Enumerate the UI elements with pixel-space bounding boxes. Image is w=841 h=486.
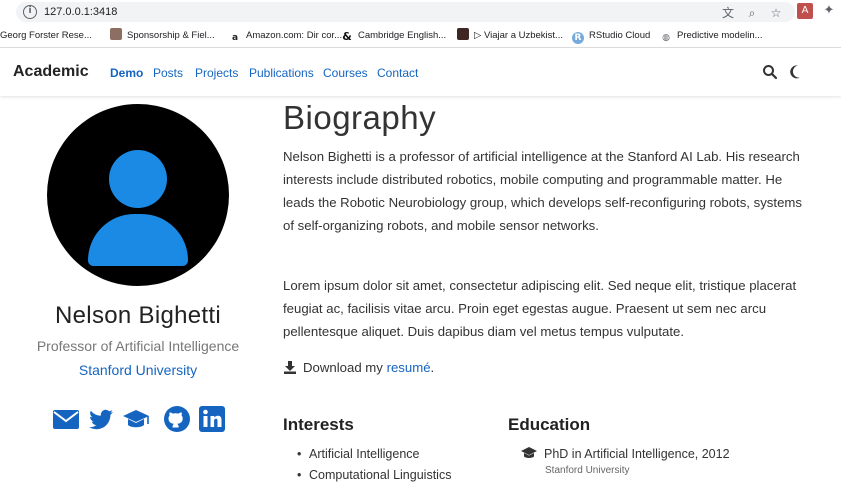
globe-icon: ◍ bbox=[662, 33, 670, 43]
bookmark-item[interactable]: Georg Forster Rese... bbox=[0, 28, 92, 44]
translate-icon[interactable]: 文 bbox=[720, 5, 736, 21]
bookmark-item[interactable]: ▷ Viajar a Uzbekist... bbox=[457, 28, 563, 44]
download-resume-row: Download my resumé. bbox=[283, 358, 434, 378]
dark-mode-moon-icon[interactable] bbox=[789, 63, 805, 81]
twitter-icon[interactable] bbox=[87, 405, 115, 433]
biography-heading: Biography bbox=[283, 99, 437, 136]
bookmark-label: Predictive modelin... bbox=[677, 30, 763, 41]
nav-link-courses[interactable]: Courses bbox=[323, 65, 368, 81]
pdf-extension-icon[interactable]: A bbox=[797, 3, 813, 19]
info-icon[interactable]: i bbox=[23, 5, 37, 19]
education-institution: Stanford University bbox=[545, 465, 630, 476]
profile-name: Nelson Bighetti bbox=[55, 302, 221, 329]
interest-item: Artificial Intelligence bbox=[297, 444, 451, 465]
nav-link-projects[interactable]: Projects bbox=[195, 65, 238, 81]
bookmark-item[interactable]: R RStudio Cloud bbox=[572, 28, 650, 44]
bookmark-label: RStudio Cloud bbox=[589, 30, 651, 41]
download-icon bbox=[284, 361, 296, 374]
bookmarks-bar: Georg Forster Rese... Sponsorship & Fiel… bbox=[0, 24, 841, 48]
interests-list: Artificial Intelligence Computational Li… bbox=[297, 444, 451, 486]
education-heading: Education bbox=[508, 415, 591, 434]
graduation-cap-icon bbox=[521, 447, 537, 458]
cambridge-icon: & bbox=[342, 30, 352, 43]
search-icon[interactable] bbox=[762, 63, 778, 81]
bookmark-item[interactable]: a Amazon.com: Dir cor... bbox=[229, 28, 342, 44]
email-icon[interactable] bbox=[52, 405, 80, 433]
profile-avatar bbox=[47, 104, 229, 286]
linkedin-icon[interactable] bbox=[198, 405, 226, 433]
bookmark-item[interactable]: ◍ Predictive modelin... bbox=[660, 28, 763, 44]
site-navbar: Academic Demo Posts Projects Publication… bbox=[0, 48, 841, 96]
address-url[interactable]: 127.0.0.1:3418 bbox=[44, 5, 117, 19]
education-degree: PhD in Artificial Intelligence, 2012 bbox=[544, 447, 730, 461]
biography-paragraph-lorem: Lorem ipsum dolor sit amet, consectetur … bbox=[283, 278, 797, 339]
bookmark-item[interactable]: & Cambridge English... bbox=[341, 28, 446, 44]
nav-link-demo[interactable]: Demo bbox=[110, 65, 143, 81]
github-icon[interactable] bbox=[163, 405, 191, 433]
amazon-icon: a bbox=[231, 33, 239, 43]
nav-link-posts[interactable]: Posts bbox=[153, 65, 183, 81]
extensions-icon[interactable]: ✦ bbox=[821, 3, 837, 19]
avatar-body-shape bbox=[88, 214, 188, 266]
interests-heading: Interests bbox=[283, 415, 354, 434]
download-prefix: Download my bbox=[303, 360, 387, 375]
interest-item: Computational Linguistics bbox=[297, 465, 451, 486]
bookmark-label: Georg Forster Rese... bbox=[0, 30, 92, 41]
nav-link-contact[interactable]: Contact bbox=[377, 65, 418, 81]
bookmark-label: ▷ Viajar a Uzbekist... bbox=[474, 30, 563, 41]
resume-link[interactable]: resumé bbox=[387, 360, 431, 375]
bookmark-label: Amazon.com: Dir cor... bbox=[246, 30, 343, 41]
bookmark-label: Sponsorship & Fiel... bbox=[127, 30, 215, 41]
profile-organization[interactable]: Stanford University bbox=[10, 361, 266, 379]
biography-paragraph: Nelson Bighetti is a professor of artifi… bbox=[283, 149, 802, 233]
rstudio-icon: R bbox=[572, 32, 584, 44]
address-bar[interactable]: i 127.0.0.1:3418 文 ⌕ ☆ bbox=[16, 2, 795, 22]
site-brand[interactable]: Academic bbox=[13, 62, 89, 82]
bookmark-label: Cambridge English... bbox=[358, 30, 447, 41]
profile-role: Professor of Artificial Intelligence bbox=[36, 338, 240, 354]
download-suffix: . bbox=[430, 360, 435, 375]
zoom-icon[interactable]: ⌕ bbox=[744, 5, 760, 21]
nav-link-publications[interactable]: Publications bbox=[249, 65, 314, 81]
graduation-cap-icon[interactable] bbox=[122, 405, 150, 433]
browser-address-row: i 127.0.0.1:3418 文 ⌕ ☆ A ✦ bbox=[0, 0, 841, 24]
bookmark-site-icon bbox=[110, 28, 122, 40]
star-icon[interactable]: ☆ bbox=[768, 5, 784, 21]
bookmark-site-icon bbox=[457, 28, 469, 40]
education-item: PhD in Artificial Intelligence, 2012 Sta… bbox=[520, 444, 730, 476]
avatar-head-shape bbox=[109, 150, 167, 208]
bookmark-item[interactable]: Sponsorship & Fiel... bbox=[110, 28, 215, 44]
